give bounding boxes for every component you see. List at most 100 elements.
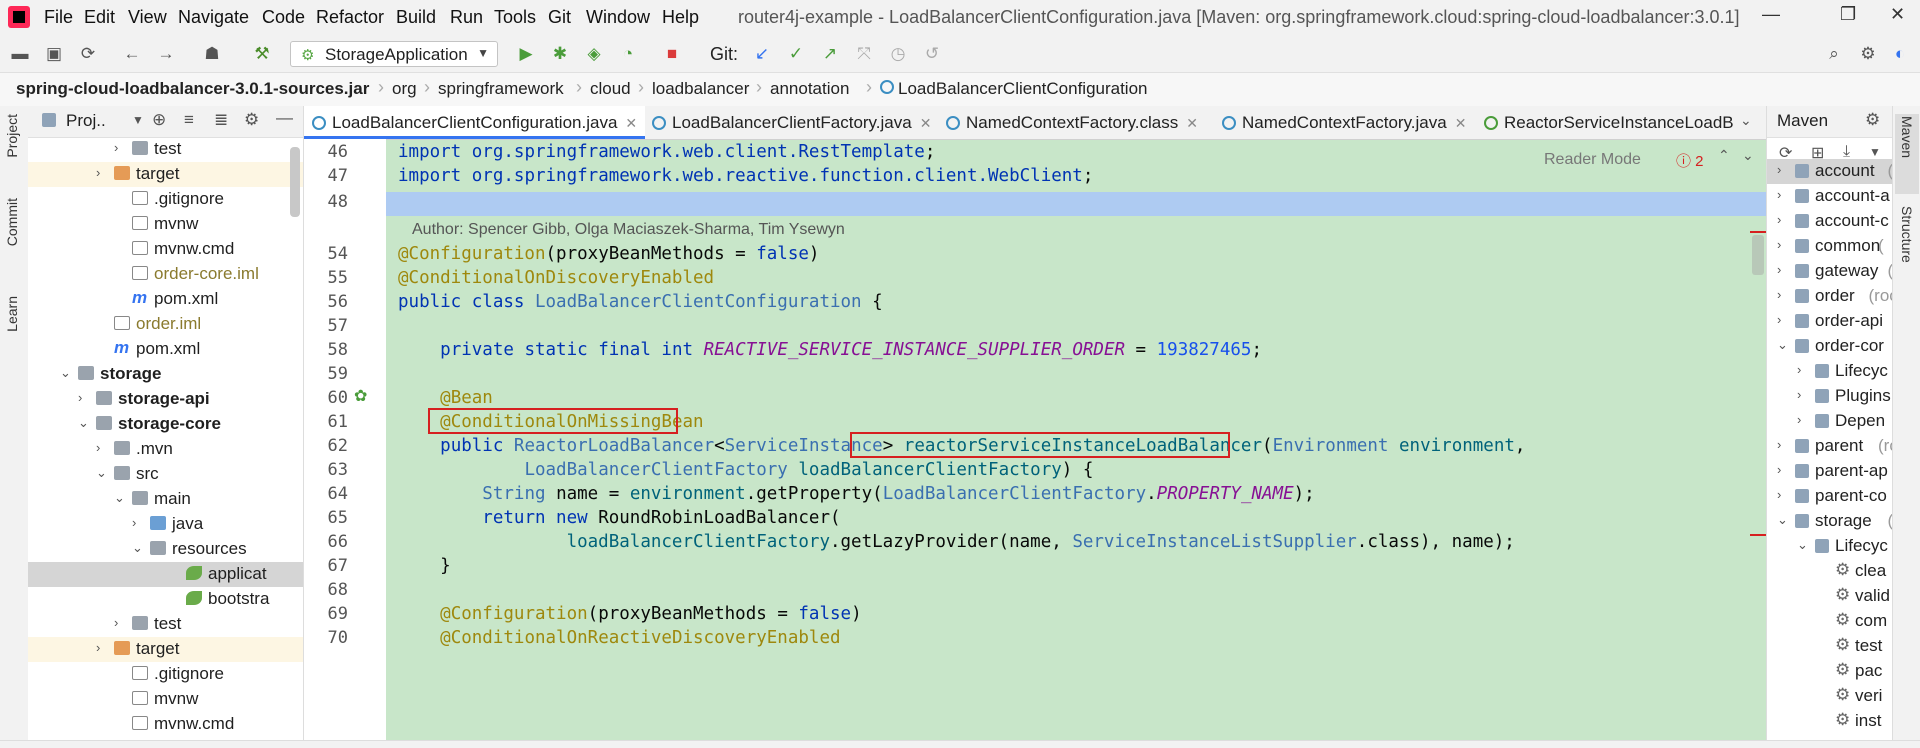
git-commit-icon[interactable]: ✓ (786, 44, 806, 64)
chevron-right-icon[interactable]: › (1777, 187, 1781, 202)
menu-refactor[interactable]: Refactor (316, 7, 384, 28)
collapse-all-icon[interactable]: ≣ (214, 110, 228, 130)
breadcrumb-item[interactable]: springframework (438, 79, 564, 99)
history-icon[interactable]: ◷ (888, 44, 908, 64)
maven-tree-item[interactable]: ⚙ veri (1767, 684, 1893, 709)
maven-tree-item[interactable]: ⚙ inst (1767, 709, 1893, 734)
maven-tree-item[interactable]: › account( (1767, 159, 1893, 184)
chevron-right-icon[interactable]: › (132, 515, 136, 530)
tree-item[interactable]: ⌄ main (28, 487, 303, 512)
tree-item[interactable]: ⌄ resources (28, 537, 303, 562)
menu-edit[interactable]: Edit (84, 7, 115, 28)
tree-item[interactable]: mvnw (28, 687, 303, 712)
maven-tree-item[interactable]: ⚙ clea (1767, 559, 1893, 584)
close-tab-icon[interactable]: ✕ (1186, 115, 1198, 131)
gear-icon[interactable]: ⚙ (1858, 44, 1878, 64)
git-update-icon[interactable]: ↙ (752, 44, 772, 64)
chevron-down-icon[interactable]: ⌄ (78, 415, 89, 431)
maven-tree-item[interactable]: ⌄ order-cor (1767, 334, 1893, 359)
chevron-down-icon[interactable]: ⌄ (1777, 337, 1788, 353)
tree-item[interactable]: ⌄ storage (28, 362, 303, 387)
breadcrumb-item[interactable]: loadbalancer (652, 79, 749, 99)
tree-item[interactable]: › target (28, 637, 303, 662)
maven-tree-item[interactable]: › order (roo (1767, 284, 1893, 309)
editor-tab-namedcontextfactory-java[interactable]: NamedContextFactory.java ✕ (1222, 106, 1466, 139)
maven-tree-item[interactable]: ⚙ test (1767, 634, 1893, 659)
chevron-down-icon[interactable]: ▼ (1869, 145, 1881, 159)
tree-item[interactable]: mvnw.cmd (28, 712, 303, 737)
menu-git[interactable]: Git (548, 7, 571, 28)
chevron-right-icon[interactable]: › (96, 440, 100, 455)
chevron-right-icon[interactable]: › (1777, 212, 1781, 227)
project-tool-tab[interactable]: Project (4, 114, 20, 158)
tree-item[interactable]: bootstra (28, 587, 303, 612)
hammer-build-icon[interactable]: ⚒ (252, 44, 272, 64)
back-icon[interactable]: ← (122, 44, 142, 64)
user-icon[interactable]: ☗ (202, 44, 222, 64)
run-config-dropdown[interactable]: ⚙ StorageApplication ▼ (290, 41, 498, 67)
git-push-icon[interactable]: ↗ (820, 44, 840, 64)
chevron-right-icon[interactable]: › (114, 140, 118, 155)
maven-tool-tab[interactable]: Maven (1899, 116, 1915, 158)
maven-tree-item[interactable]: › order-api (1767, 309, 1893, 334)
breadcrumb-item[interactable]: LoadBalancerClientConfiguration (898, 79, 1148, 99)
chevron-down-icon[interactable]: ⌄ (114, 490, 125, 506)
close-tab-icon[interactable]: ✕ (920, 115, 932, 131)
sync-icon[interactable]: ⟳ (78, 44, 98, 64)
chevron-down-icon[interactable]: ⌄ (132, 540, 143, 556)
chevron-right-icon[interactable]: › (1797, 362, 1801, 377)
close-tab-icon[interactable]: ✕ (1455, 115, 1467, 131)
editor-tab-loadbalancerclientfactory[interactable]: LoadBalancerClientFactory.java ✕ (652, 106, 931, 139)
chevron-right-icon[interactable]: › (1777, 237, 1781, 252)
chevron-right-icon[interactable]: › (1777, 162, 1781, 177)
editor-scrollbar-thumb[interactable] (1752, 235, 1764, 275)
maven-tree-item[interactable]: ⌄ Lifecyc (1767, 534, 1893, 559)
chevron-down-icon[interactable]: ▼ (132, 113, 144, 127)
chevron-right-icon[interactable]: › (1797, 412, 1801, 427)
menu-navigate[interactable]: Navigate (178, 7, 249, 28)
git-merge-icon[interactable]: ⤧ (854, 44, 874, 64)
minimize-icon[interactable]: — (1762, 4, 1780, 25)
next-highlight-icon[interactable]: ⌄ (1742, 147, 1754, 164)
learn-tool-tab[interactable]: Learn (4, 296, 20, 332)
maven-tree-item[interactable]: › account-a (1767, 184, 1893, 209)
forward-icon[interactable]: → (156, 44, 176, 64)
maven-tree-item[interactable]: ⚙ com (1767, 609, 1893, 634)
open-folder-icon[interactable]: ▬ (10, 44, 30, 64)
profile-icon[interactable]: ◔ (618, 44, 638, 64)
tree-item[interactable]: › .mvn (28, 437, 303, 462)
tree-item[interactable]: order.iml (28, 312, 303, 337)
gear-icon[interactable]: ⚙ (244, 110, 259, 130)
tree-item[interactable]: ⌄ storage-core (28, 412, 303, 437)
tree-item[interactable]: m pom.xml (28, 287, 303, 312)
chevron-right-icon[interactable]: › (1777, 487, 1781, 502)
tree-item[interactable]: ⌄ src (28, 462, 303, 487)
maven-tree-item[interactable]: ⚙ pac (1767, 659, 1893, 684)
menu-file[interactable]: File (44, 7, 73, 28)
chevron-down-icon[interactable]: ⌄ (96, 465, 107, 481)
structure-tool-tab[interactable]: Structure (1899, 206, 1915, 263)
run-icon[interactable]: ▶ (516, 44, 536, 64)
maven-tree-item[interactable]: ⌄storage(r (1767, 509, 1893, 534)
menu-window[interactable]: Window (586, 7, 650, 28)
reader-mode-button[interactable]: Reader Mode (1544, 151, 1641, 169)
maven-tree-item[interactable]: › account-c (1767, 209, 1893, 234)
chevron-right-icon[interactable]: › (1777, 462, 1781, 477)
menu-help[interactable]: Help (662, 7, 699, 28)
chevron-down-icon[interactable]: ⌄ (60, 365, 71, 381)
chevron-right-icon[interactable]: › (1777, 437, 1781, 452)
tree-item[interactable]: › target (28, 162, 303, 187)
restore-icon[interactable]: ❐ (1840, 4, 1856, 25)
maven-tree-item[interactable]: ⚙ valid (1767, 584, 1893, 609)
menu-run[interactable]: Run (450, 7, 483, 28)
breadcrumb-item[interactable]: annotation (770, 79, 849, 99)
chevron-right-icon[interactable]: › (114, 615, 118, 630)
locate-icon[interactable]: ⊕ (152, 110, 166, 130)
tree-item[interactable]: m pom.xml (28, 337, 303, 362)
maven-tree-item[interactable]: › Depen (1767, 409, 1893, 434)
maven-tree-item[interactable]: › Plugins (1767, 384, 1893, 409)
chevron-right-icon[interactable]: › (96, 640, 100, 655)
maven-tree-item[interactable]: › parent-ap (1767, 459, 1893, 484)
tree-item[interactable]: mvnw.cmd (28, 237, 303, 262)
project-scrollbar-thumb[interactable] (290, 147, 300, 217)
